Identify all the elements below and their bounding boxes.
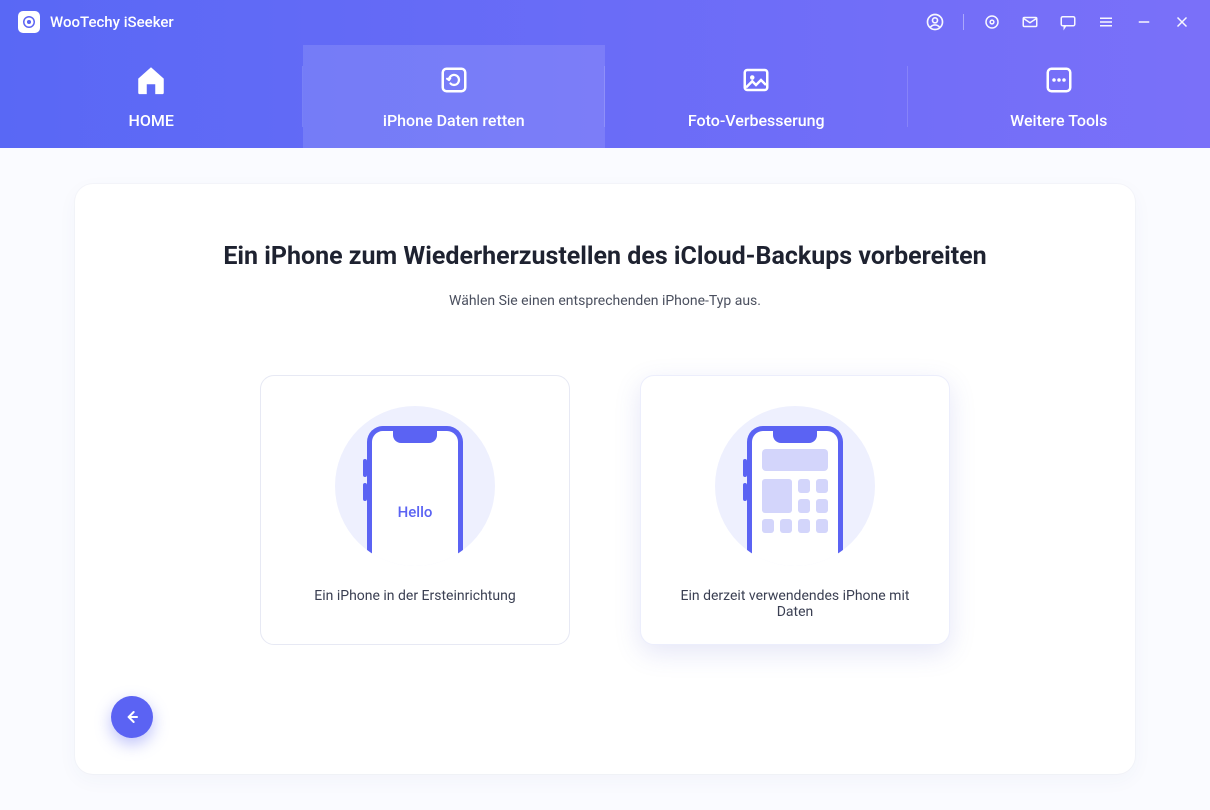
close-icon[interactable] bbox=[1172, 12, 1192, 32]
illustration-setup: Hello bbox=[335, 406, 495, 566]
account-icon[interactable] bbox=[925, 12, 945, 32]
card-iphone-inuse[interactable]: Ein derzeit verwendendes iPhone mit Date… bbox=[640, 375, 950, 645]
menu-icon[interactable] bbox=[1096, 12, 1116, 32]
minimize-icon[interactable] bbox=[1134, 12, 1154, 32]
nav-tab-home[interactable]: HOME bbox=[0, 45, 303, 148]
titlebar-controls bbox=[925, 12, 1192, 32]
phone-hello-text: Hello bbox=[372, 503, 458, 521]
app-window: WooTechy iSeeker bbox=[0, 0, 1210, 810]
nav-tab-photo[interactable]: Foto-Verbesserung bbox=[605, 45, 908, 148]
more-icon bbox=[1042, 63, 1076, 97]
nav-tab-more[interactable]: Weitere Tools bbox=[908, 45, 1210, 148]
card-label: Ein iPhone in der Ersteinrichtung bbox=[314, 588, 515, 604]
arrow-left-icon bbox=[122, 707, 142, 727]
content-area: Ein iPhone zum Wiederherzustellen des iC… bbox=[0, 148, 1210, 810]
app-logo bbox=[18, 11, 40, 33]
phone-apps-grid bbox=[762, 449, 828, 566]
nav-label: HOME bbox=[129, 111, 174, 130]
refresh-icon bbox=[437, 63, 471, 97]
phone-illustration bbox=[747, 426, 843, 566]
nav-tab-recover[interactable]: iPhone Daten retten bbox=[303, 45, 606, 148]
image-icon bbox=[739, 63, 773, 97]
nav-label: iPhone Daten retten bbox=[383, 111, 525, 130]
mail-icon[interactable] bbox=[1020, 12, 1040, 32]
card-iphone-setup[interactable]: Hello Ein iPhone in der Ersteinrichtung bbox=[260, 375, 570, 645]
main-panel: Ein iPhone zum Wiederherzustellen des iC… bbox=[75, 184, 1135, 774]
app-title: WooTechy iSeeker bbox=[50, 13, 174, 31]
titlebar-left: WooTechy iSeeker bbox=[18, 11, 174, 33]
nav-label: Weitere Tools bbox=[1010, 111, 1107, 130]
illustration-inuse bbox=[715, 406, 875, 566]
back-button[interactable] bbox=[111, 696, 153, 738]
home-icon bbox=[134, 63, 168, 97]
titlebar: WooTechy iSeeker bbox=[0, 0, 1210, 45]
panel-title: Ein iPhone zum Wiederherzustellen des iC… bbox=[223, 242, 986, 271]
phone-illustration: Hello bbox=[367, 426, 463, 566]
feedback-icon[interactable] bbox=[1058, 12, 1078, 32]
settings-icon[interactable] bbox=[982, 12, 1002, 32]
main-nav: HOME iPhone Daten retten Foto-Verbesseru… bbox=[0, 45, 1210, 148]
separator bbox=[963, 14, 964, 30]
card-label: Ein derzeit verwendendes iPhone mit Date… bbox=[661, 588, 929, 620]
panel-subtitle: Wählen Sie einen entsprechenden iPhone-T… bbox=[449, 293, 761, 309]
nav-label: Foto-Verbesserung bbox=[688, 111, 825, 130]
option-cards: Hello Ein iPhone in der Ersteinrichtung bbox=[260, 375, 950, 645]
